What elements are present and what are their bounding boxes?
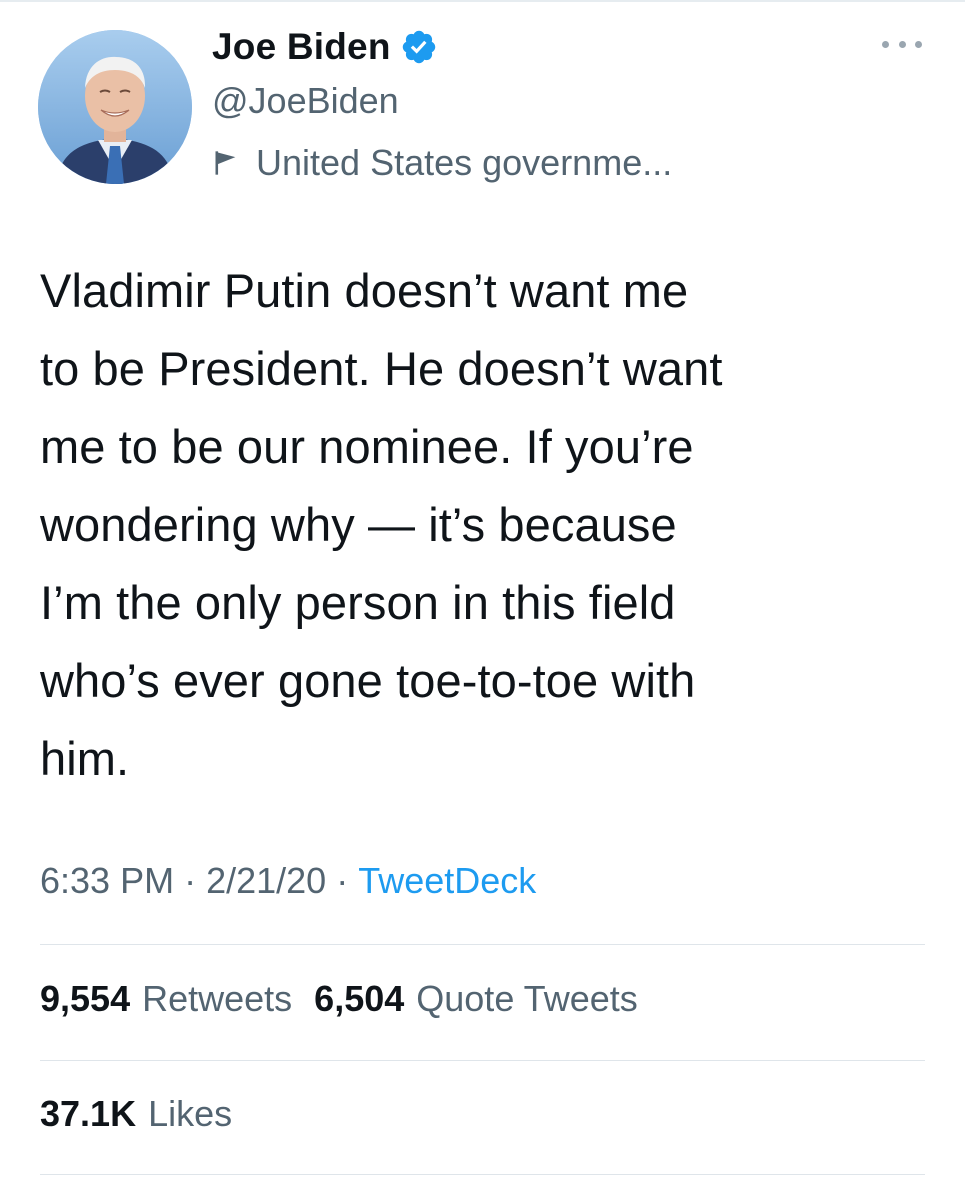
tweet-text: Vladimir Putin doesn’t want me to be Pre…: [40, 264, 723, 785]
meta-separator: ·: [336, 860, 349, 901]
likes-count[interactable]: 37.1K: [40, 1093, 136, 1135]
label-text: United States governme...: [256, 142, 673, 183]
retweets-count[interactable]: 9,554: [40, 978, 130, 1020]
quote-tweets-label[interactable]: Quote Tweets: [416, 978, 637, 1020]
more-dot: [882, 40, 889, 48]
government-label[interactable]: United States governme...: [212, 138, 672, 188]
avatar[interactable]: [38, 30, 192, 184]
tweet-meta: 6:33 PM · 2/21/20 · TweetDeck: [40, 860, 536, 902]
avatar-image: [38, 30, 192, 184]
verified-badge-icon: [400, 28, 438, 66]
user-handle[interactable]: @JoeBiden: [212, 80, 399, 122]
display-name[interactable]: Joe Biden: [212, 26, 391, 68]
quote-tweets-count[interactable]: 6,504: [314, 978, 404, 1020]
likes-row[interactable]: 37.1K Likes: [40, 1093, 254, 1135]
stats-row: 9,554 Retweets 6,504 Quote Tweets: [40, 978, 660, 1020]
retweets-label[interactable]: Retweets: [142, 978, 292, 1020]
tweet-source-link[interactable]: TweetDeck: [358, 860, 536, 902]
divider: [40, 944, 925, 945]
top-border: [0, 0, 965, 2]
meta-separator: ·: [184, 860, 197, 901]
more-options-icon[interactable]: [882, 36, 922, 52]
likes-label[interactable]: Likes: [148, 1093, 232, 1135]
divider: [40, 1060, 925, 1061]
author-name-row[interactable]: Joe Biden: [212, 24, 438, 70]
flag-icon: [215, 151, 236, 175]
divider: [40, 1174, 925, 1175]
more-dot: [898, 40, 906, 48]
more-dot: [915, 40, 922, 48]
tweet-time[interactable]: 6:33 PM: [40, 860, 174, 902]
tweet-date[interactable]: 2/21/20: [206, 860, 326, 902]
